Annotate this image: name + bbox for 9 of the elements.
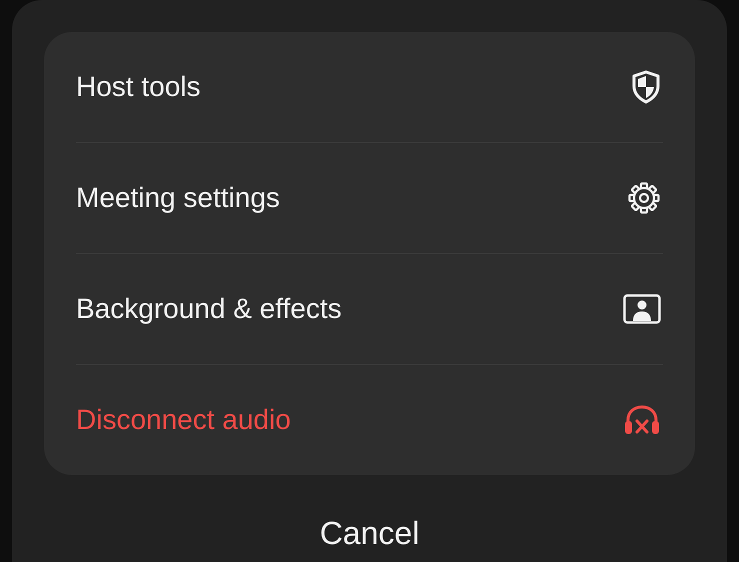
- menu-item[interactable]: Background & effects: [76, 293, 342, 325]
- cancel-button[interactable]: Cancel: [320, 515, 420, 552]
- headphones-x-icon: [623, 404, 661, 436]
- shield-icon: [631, 70, 661, 104]
- menu-item[interactable]: Disconnect audio: [76, 404, 291, 436]
- menu-item[interactable]: Host tools: [76, 71, 200, 103]
- menu-item[interactable]: Meeting settings: [76, 182, 280, 214]
- person-frame-icon: [623, 294, 661, 324]
- settings-icon: [627, 181, 661, 215]
